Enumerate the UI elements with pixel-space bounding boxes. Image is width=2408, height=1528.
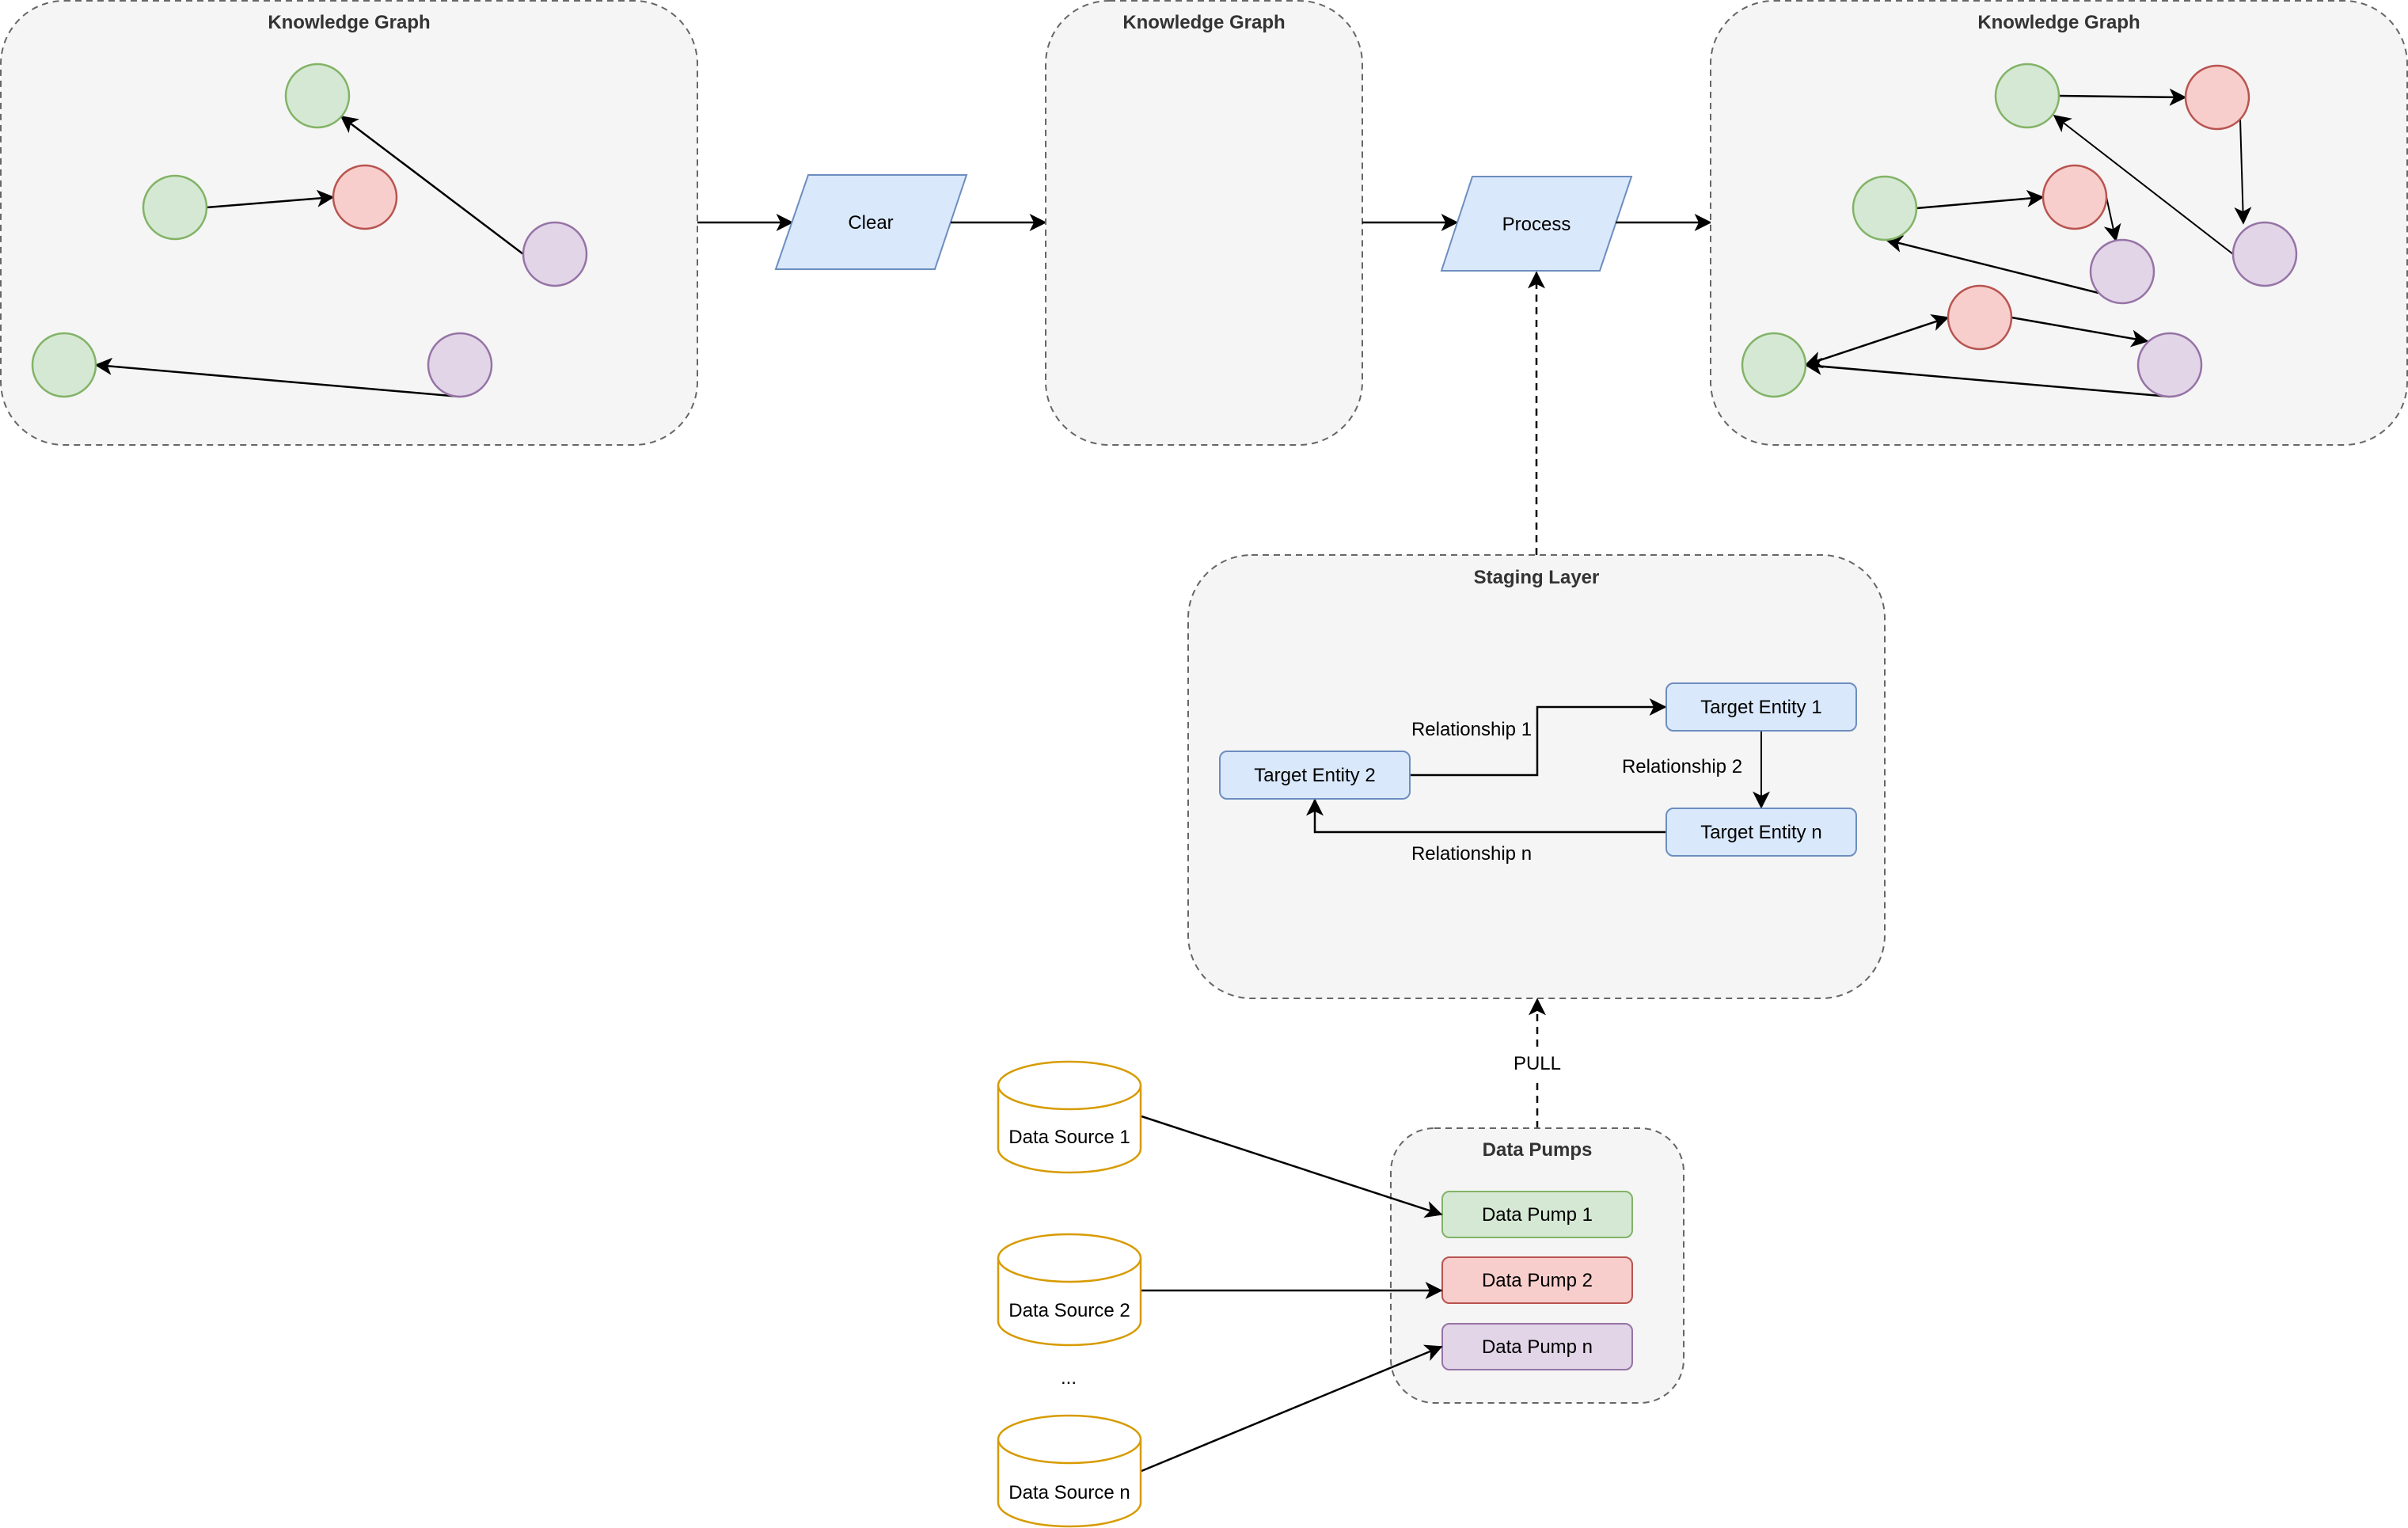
graph-node-green[interactable]	[284, 63, 351, 129]
clear-step[interactable]: Clear	[774, 174, 968, 270]
database-cylinder-icon[interactable]	[997, 1414, 1142, 1528]
relationship-n-label: Relationship n	[1411, 843, 1532, 865]
knowledge-graph-cleared-container	[1045, 0, 1363, 446]
graph-node-red[interactable]	[2184, 64, 2250, 131]
data-source-2[interactable]: Data Source 2	[997, 1233, 1142, 1347]
graph-node-green[interactable]	[1994, 63, 2060, 129]
data-source-n[interactable]: Data Source n	[997, 1414, 1142, 1528]
knowledge-graph-after-title: Knowledge Graph	[1977, 12, 2140, 33]
data-pumps-title: Data Pumps	[1483, 1139, 1593, 1161]
target-entity-n[interactable]: Target Entity n	[1665, 808, 1857, 857]
data-source-n-label: Data Source n	[1008, 1482, 1130, 1503]
knowledge-graph-cleared[interactable]: Knowledge Graph	[1045, 0, 1363, 446]
diagram-canvas: Knowledge Graph Clear Knowledge Graph Pr…	[0, 0, 2408, 1528]
graph-node-purple[interactable]	[2231, 221, 2298, 287]
knowledge-graph-cleared-title: Knowledge Graph	[1122, 12, 1285, 33]
target-entity-2-label: Target Entity 2	[1254, 765, 1375, 786]
flow-arrow-source-n-to-pump-n	[1141, 1344, 1443, 1473]
graph-node-green[interactable]	[1741, 332, 1807, 398]
data-sources-ellipsis: ...	[1061, 1367, 1077, 1389]
data-pump-1[interactable]: Data Pump 1	[1441, 1191, 1633, 1238]
data-pump-1-label: Data Pump 1	[1482, 1204, 1593, 1226]
graph-node-red[interactable]	[332, 164, 398, 230]
graph-node-red[interactable]	[1947, 284, 2013, 351]
relationship-2-label: Relationship 2	[1622, 756, 1742, 777]
knowledge-graph-after[interactable]: Knowledge Graph	[1710, 0, 2408, 446]
graph-node-red[interactable]	[2041, 164, 2108, 230]
data-source-2-label: Data Source 2	[1008, 1300, 1130, 1321]
target-entity-1-label: Target Entity 1	[1700, 697, 1821, 718]
target-entity-1[interactable]: Target Entity 1	[1665, 682, 1857, 732]
graph-node-purple[interactable]	[427, 332, 493, 398]
knowledge-graph-before-title: Knowledge Graph	[268, 12, 430, 33]
process-step[interactable]: Process	[1440, 176, 1633, 272]
data-pump-n[interactable]: Data Pump n	[1441, 1323, 1633, 1370]
graph-node-purple[interactable]	[2089, 238, 2155, 305]
graph-node-purple[interactable]	[522, 221, 588, 287]
clear-step-label: Clear	[848, 212, 893, 234]
process-step-label: Process	[1502, 214, 1571, 235]
data-source-1-label: Data Source 1	[1008, 1127, 1130, 1148]
database-cylinder-icon[interactable]	[997, 1060, 1142, 1174]
graph-node-green[interactable]	[31, 332, 97, 398]
target-entity-2[interactable]: Target Entity 2	[1219, 751, 1411, 800]
graph-node-green[interactable]	[1852, 175, 1918, 241]
target-entity-n-label: Target Entity n	[1700, 822, 1821, 843]
graph-node-green[interactable]	[142, 174, 208, 241]
relationship-1-label: Relationship 1	[1411, 719, 1532, 740]
data-pump-2-label: Data Pump 2	[1482, 1270, 1593, 1291]
pull-label: PULL	[1514, 1053, 1561, 1074]
data-source-1[interactable]: Data Source 1	[997, 1060, 1142, 1174]
data-pump-2[interactable]: Data Pump 2	[1441, 1256, 1633, 1304]
graph-node-purple[interactable]	[2136, 332, 2203, 398]
staging-layer[interactable]: Staging Layer Relationship 1 Relationshi…	[1187, 554, 1886, 999]
staging-layer-title: Staging Layer	[1474, 567, 1600, 588]
knowledge-graph-before[interactable]: Knowledge Graph	[0, 0, 698, 446]
data-pump-n-label: Data Pump n	[1482, 1336, 1593, 1358]
database-cylinder-icon[interactable]	[997, 1233, 1142, 1347]
data-pumps[interactable]: Data Pumps Data Pump 1 Data Pump 2 Data …	[1390, 1127, 1684, 1404]
